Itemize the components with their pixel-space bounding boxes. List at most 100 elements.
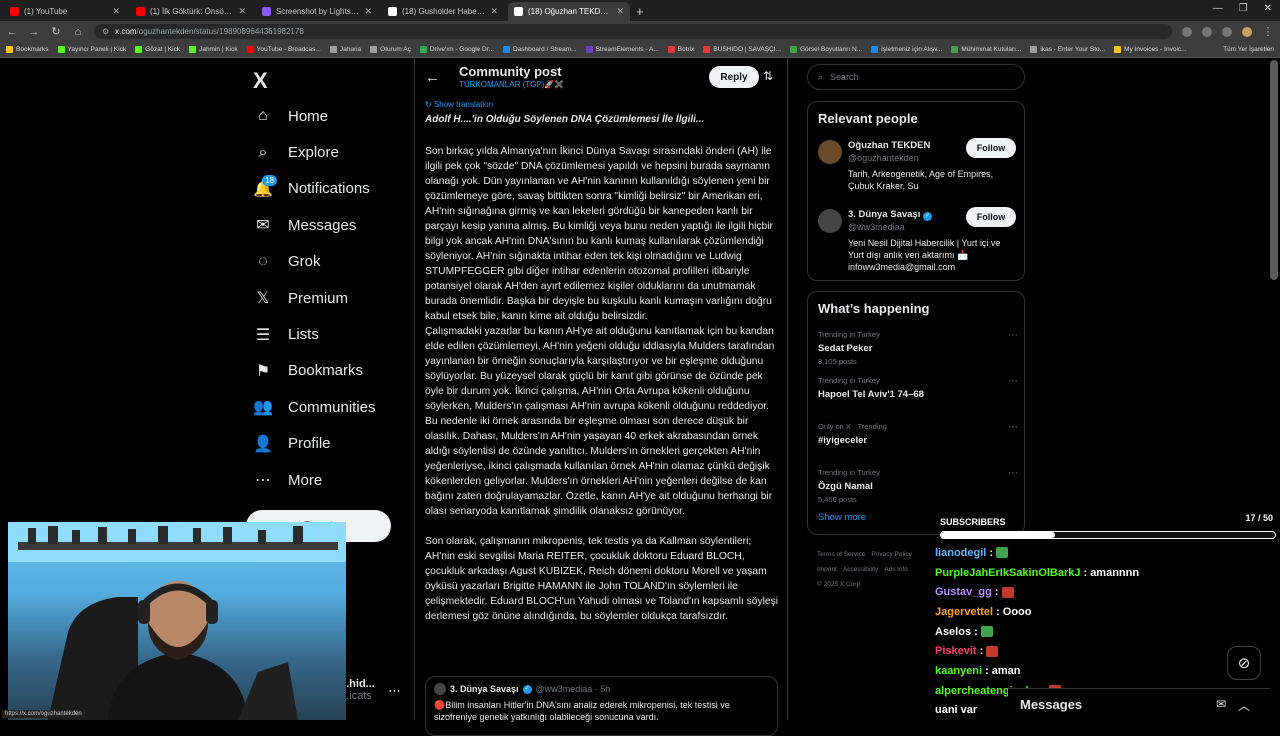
bookmark-item[interactable]: BUSHIDO | SAVAŞÇI... — [703, 46, 781, 53]
chat-username: Piskevit — [935, 645, 977, 658]
grok-fab-icon[interactable]: ⊘ — [1227, 646, 1261, 680]
new-tab-button[interactable]: + — [636, 2, 644, 21]
person-name-text: 3. Dünya Savaşı — [848, 209, 921, 220]
bookmark-item[interactable]: Bookmarks — [6, 46, 49, 53]
extension-icon[interactable] — [1182, 26, 1192, 37]
nav-item-lists[interactable]: ☰ Lists — [250, 316, 376, 352]
nav-item-profile[interactable]: 👤 Profile — [250, 426, 376, 462]
nav-item-premium[interactable]: 𝕏 Premium — [250, 280, 376, 316]
tab-favicon-icon — [10, 7, 19, 16]
tab-close-icon[interactable]: ✕ — [112, 6, 120, 17]
community-link[interactable]: TÜRKOMANLAR (TGP)🚀✖️ — [459, 80, 564, 89]
nav-item-more[interactable]: ⋯ More — [250, 462, 376, 498]
browser-tab[interactable]: (1) YouTube ✕ — [4, 2, 126, 21]
sliders-icon[interactable]: ⇅ — [763, 69, 773, 83]
back-arrow-icon[interactable]: ← — [425, 69, 440, 86]
bookmark-item[interactable]: Oturum Aç — [370, 46, 411, 53]
bookmark-favicon-icon — [135, 46, 143, 53]
forward-arrow-icon[interactable]: → — [28, 26, 40, 38]
profile-avatar-icon[interactable] — [1242, 26, 1252, 37]
bookmark-item[interactable]: Görsel Boyutlanrı N... — [789, 46, 862, 53]
nav-item-communities[interactable]: 👥 Communities — [250, 389, 375, 425]
bookmark-item[interactable]: İşletmeniz için Alışv... — [871, 46, 942, 53]
more-options-icon[interactable]: ⋯ — [1008, 330, 1018, 341]
reply-button[interactable]: Reply — [709, 66, 759, 88]
bookmark-item[interactable]: StreamElements - A... — [585, 46, 659, 53]
nav-item-label: Notifications — [288, 180, 370, 198]
menu-kebab-icon[interactable]: ⋮ — [1262, 25, 1274, 38]
chevron-up-icon[interactable]: ︿ — [1238, 697, 1250, 714]
all-bookmarks-folder[interactable]: Tüm Yer İşaretleri — [1223, 46, 1274, 53]
avatar — [818, 209, 842, 233]
bookmark-item[interactable]: My Invoices - Invoic... — [1114, 46, 1187, 53]
footer-link[interactable]: Privacy Policy — [871, 551, 911, 558]
footer-link[interactable]: Accessibility — [843, 566, 878, 573]
extension-icon[interactable] — [1222, 26, 1232, 37]
nav-item-label: Lists — [288, 326, 319, 344]
search-input[interactable]: ⌕ Search — [807, 64, 1025, 90]
scrollbar[interactable] — [1270, 60, 1278, 280]
more-options-icon[interactable]: ⋯ — [1008, 376, 1018, 387]
browser-tab[interactable]: (18) Oğuzhan TEKDEN on X: "A... ✕ — [508, 2, 630, 21]
reload-icon[interactable]: ↻ — [50, 25, 62, 38]
avatar — [434, 683, 446, 695]
tab-close-icon[interactable]: ✕ — [616, 6, 624, 17]
account-more-icon[interactable]: ⋯ — [388, 683, 401, 699]
nav-item-bookmarks[interactable]: ⚑ Bookmarks — [250, 353, 376, 389]
browser-tab[interactable]: Screenshot by Lightshot ✕ — [256, 2, 378, 21]
show-more-link[interactable]: Show more — [818, 512, 866, 523]
bookmark-item[interactable]: Jahmin | Kick — [189, 46, 238, 53]
bookmark-item[interactable]: Botrix — [667, 46, 694, 53]
bookmark-item[interactable]: Jaharia — [329, 46, 361, 53]
trend-item[interactable]: Trending in Turkey Özgü Namal 5,450 posts ⋯ — [818, 468, 1018, 504]
nav-item-notifications[interactable]: 🔔 18 Notifications — [250, 171, 376, 207]
subscriber-goal-label: SUBSCRIBERS — [940, 517, 1006, 527]
nav-item-home[interactable]: ⌂ Home — [250, 98, 376, 134]
person-icon: 👤 — [253, 435, 273, 453]
back-arrow-icon[interactable]: ← — [6, 26, 18, 38]
bookmark-item[interactable]: Gözat | Kick — [135, 46, 180, 53]
browser-tab[interactable]: (18) Gusholder Haber Bülteni on X ✕ — [382, 2, 504, 21]
chat-username: Gustav_gg — [935, 586, 992, 599]
nav-item-messages[interactable]: ✉ Messages — [250, 207, 376, 243]
quoted-post[interactable]: 3. Dünya Savaşı ✓ @ww3mediaa · 5h 🔴Bilim… — [425, 676, 778, 736]
trend-item[interactable]: Trending in Turkey Hapoel Tel Aviv'1 74–6… — [818, 376, 1018, 400]
close-window-icon[interactable]: ✕ — [1264, 3, 1272, 14]
footer-link[interactable]: Imprint — [817, 566, 837, 573]
follow-button[interactable]: Follow — [966, 207, 1016, 227]
show-translation-link[interactable]: ↻ Show translation — [425, 100, 493, 109]
bookmark-item[interactable]: Mühimmat Kutuları... — [951, 46, 1021, 53]
footer-link[interactable]: Ads info — [884, 566, 908, 573]
bookmark-item[interactable]: Drive'ım - Google Dr... — [419, 46, 494, 53]
bookmark-item[interactable]: Dashboard / Stream... — [502, 46, 577, 53]
bookmark-item[interactable]: ikas - Enter Your Sto... — [1030, 46, 1105, 53]
trend-item[interactable]: Trending in Turkey Sedat Peker 8,105 posts… — [818, 330, 1018, 366]
nav-item-explore[interactable]: ⌕ Explore — [250, 134, 376, 170]
trend-context: Trending in Turkey — [818, 330, 880, 339]
minimize-icon[interactable]: — — [1213, 3, 1223, 14]
chat-username: lianodegil — [935, 546, 987, 559]
home-icon[interactable]: ⌂ — [72, 26, 84, 38]
tab-close-icon[interactable]: ✕ — [364, 6, 372, 17]
x-logo-icon[interactable]: X — [253, 68, 268, 94]
bookmark-item[interactable]: Yayıncı Paneli | Kick — [57, 46, 126, 53]
extension-icon[interactable] — [1202, 26, 1212, 37]
footer-link[interactable]: Terms of Service — [817, 551, 865, 558]
site-info-icon[interactable]: ⚙ — [102, 27, 109, 36]
trend-item[interactable]: Only on X · Trending #iyigeceler ⋯ — [818, 422, 1018, 446]
nav-item-grok[interactable]: ◌ Grok — [250, 244, 376, 280]
bookmark-favicon-icon — [871, 46, 879, 53]
maximize-icon[interactable]: ❐ — [1239, 3, 1248, 14]
messages-dock[interactable]: Messages ✉ ︿ — [1008, 688, 1270, 720]
follow-button[interactable]: Follow — [966, 138, 1016, 158]
footer-link[interactable]: © 2025 X Corp. — [817, 581, 862, 588]
more-options-icon[interactable]: ⋯ — [1008, 468, 1018, 479]
url-input[interactable]: ⚙ x.com/oguzhantekden/status/19890896443… — [94, 24, 1172, 39]
compose-message-icon[interactable]: ✉ — [1216, 697, 1226, 711]
chat-separator: : — [994, 586, 999, 599]
tab-close-icon[interactable]: ✕ — [490, 6, 498, 17]
bookmark-item[interactable]: YouTube - Broadcas... — [246, 46, 321, 53]
browser-tab[interactable]: (1) İlk Göktürk: Önsöz | İlk Tarih ✕ — [130, 2, 252, 21]
tab-close-icon[interactable]: ✕ — [238, 6, 246, 17]
more-options-icon[interactable]: ⋯ — [1008, 422, 1018, 433]
